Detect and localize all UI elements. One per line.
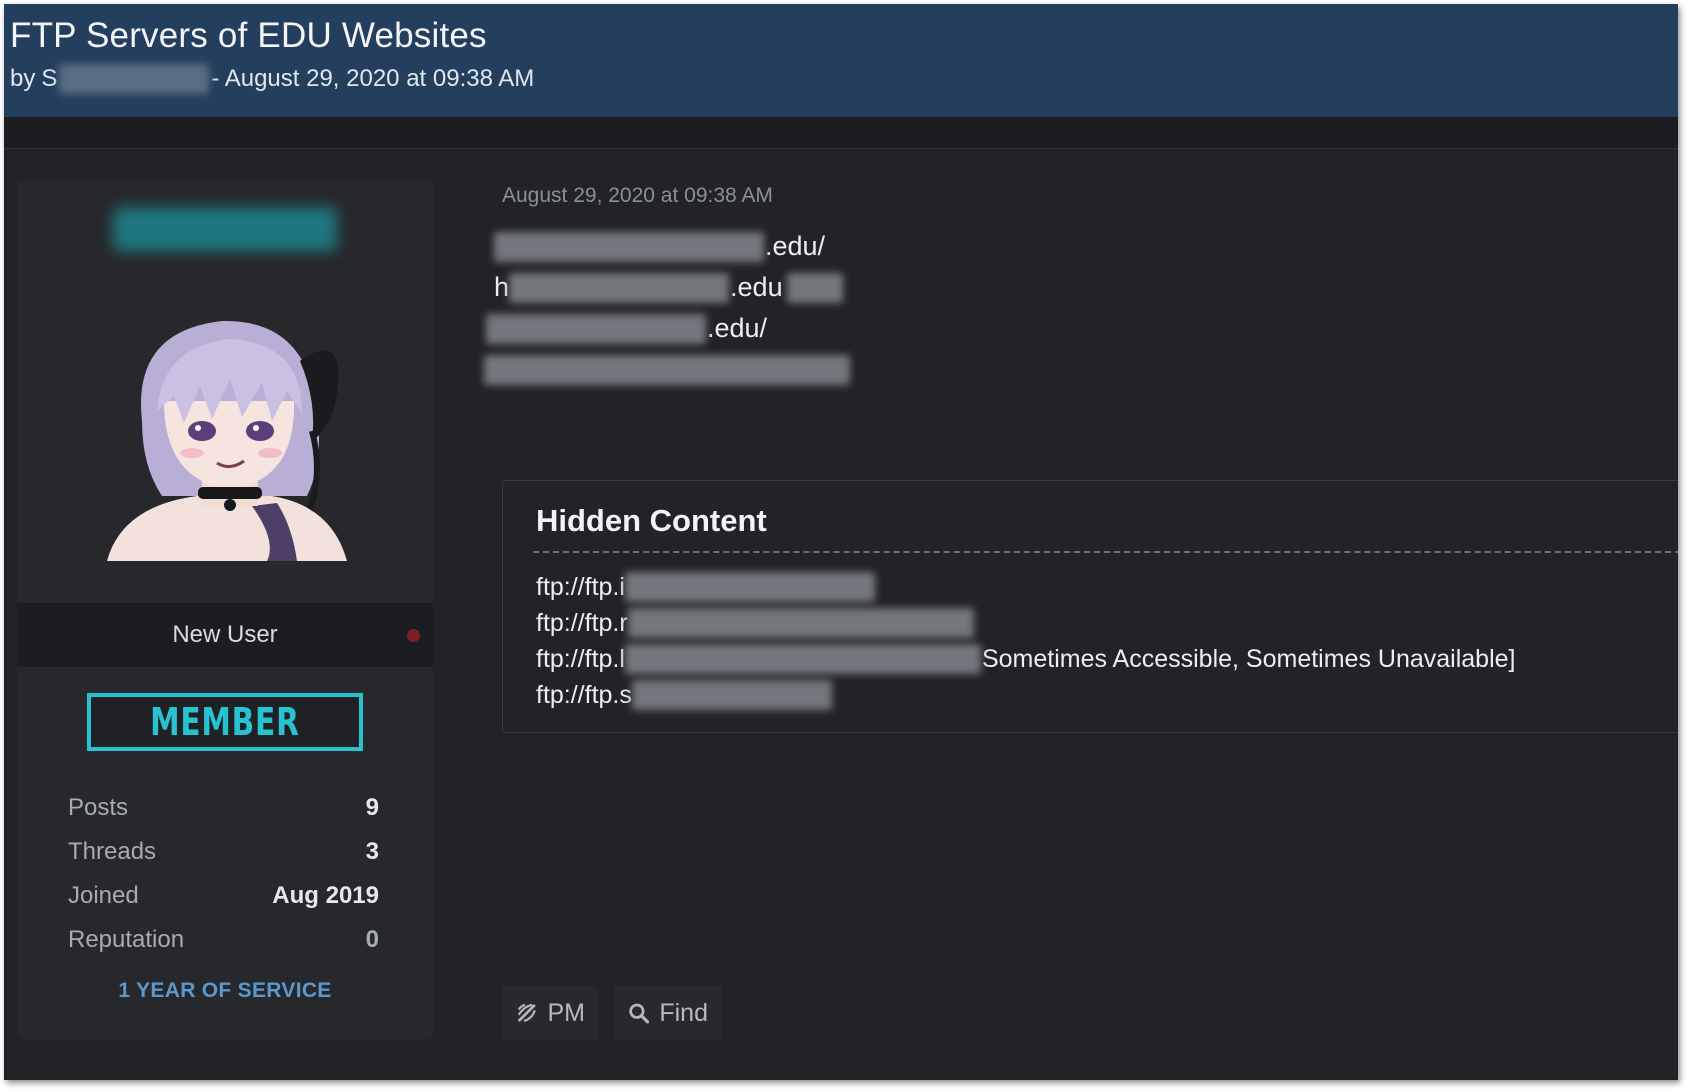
thread-header: FTP Servers of EDU Websites by S - Augus… (4, 4, 1678, 117)
post-link[interactable]: .edu/ (486, 308, 851, 349)
forum-window: FTP Servers of EDU Websites by S - Augus… (4, 4, 1678, 1080)
post-link[interactable] (484, 349, 851, 390)
pm-label: PM (547, 998, 586, 1027)
member-badge: MEMBER (87, 693, 363, 751)
pm-button[interactable]: PM (502, 986, 599, 1040)
redacted-url (509, 272, 730, 303)
stat-label: Reputation (68, 926, 185, 953)
stat-value: 0 (365, 926, 379, 953)
link-suffix: .edu/ (707, 313, 768, 343)
user-card: New User MEMBER Posts 9 Threads 3 Joined… (17, 181, 433, 1039)
find-button[interactable]: Find (614, 986, 722, 1040)
redacted-url (631, 680, 832, 710)
redacted-url (624, 572, 875, 602)
stat-label: Threads (68, 838, 157, 865)
author-initial[interactable]: S (41, 65, 57, 93)
dashed-divider (533, 551, 1678, 553)
ftp-link[interactable]: ftp://ftp.i (536, 569, 1516, 605)
ftp-link[interactable]: ftp://ftp.r (536, 605, 1516, 641)
stat-reputation: Reputation 0 (68, 918, 379, 962)
member-badge-label: MEMBER (150, 700, 300, 744)
avatar[interactable] (102, 291, 358, 561)
thread-meta: by S - August 29, 2020 at 09:38 AM (10, 64, 534, 94)
user-rank-row: New User (17, 603, 433, 667)
stat-value: 9 (365, 794, 379, 821)
search-icon (629, 1003, 650, 1024)
post-link[interactable]: .edu/ (494, 226, 851, 267)
ftp-prefix: ftp://ftp.r (536, 608, 628, 637)
offline-status-dot (407, 629, 420, 642)
ftp-prefix: ftp://ftp.l (536, 644, 625, 673)
stat-label: Posts (68, 794, 129, 821)
stat-value: 3 (365, 838, 379, 865)
ftp-prefix: ftp://ftp.s (536, 680, 632, 709)
stat-joined: Joined Aug 2019 (68, 874, 379, 918)
link-suffix: .edu (730, 272, 783, 302)
ftp-suffix: Sometimes Accessible, Sometimes Unavaila… (981, 644, 1516, 673)
post-link[interactable]: h .edu (494, 267, 851, 308)
ftp-list: ftp://ftp.i ftp://ftp.r ftp://ftp.l Some… (536, 569, 1516, 713)
redacted-username[interactable] (113, 207, 337, 251)
link-prefix: h (494, 272, 510, 302)
stat-value: Aug 2019 (272, 882, 379, 909)
redacted-url (494, 231, 764, 262)
pm-icon (517, 1003, 536, 1023)
header-divider (4, 117, 1678, 149)
ftp-link[interactable]: ftp://ftp.l Sometimes Accessible, Someti… (536, 641, 1516, 677)
thread-date: - August 29, 2020 at 09:38 AM (211, 65, 535, 92)
post-date: August 29, 2020 at 09:38 AM (502, 184, 773, 207)
stat-posts: Posts 9 (68, 786, 379, 830)
link-suffix: .edu/ (765, 231, 826, 261)
post-body: .edu/ h .edu .edu/ (484, 226, 851, 390)
redacted-url (484, 354, 850, 385)
stat-label: Joined (68, 882, 139, 909)
hidden-content-box: Hidden Content ftp://ftp.i ftp://ftp.r f… (502, 480, 1678, 733)
stat-threads: Threads 3 (68, 830, 379, 874)
redacted-url (486, 313, 706, 344)
redacted-url (624, 644, 981, 674)
redacted-url (786, 272, 843, 303)
by-label: by (10, 65, 36, 92)
ftp-link[interactable]: ftp://ftp.s (536, 677, 1516, 713)
redacted-url (627, 608, 974, 638)
ftp-prefix: ftp://ftp.i (536, 572, 625, 601)
service-award: 1 YEAR OF SERVICE (118, 979, 332, 1002)
hidden-content-title: Hidden Content (536, 503, 767, 538)
user-rank: New User (172, 621, 278, 648)
find-label: Find (659, 998, 708, 1027)
thread-title: FTP Servers of EDU Websites (10, 16, 487, 55)
redacted-author-name (59, 64, 210, 94)
user-stats: Posts 9 Threads 3 Joined Aug 2019 Reputa… (68, 786, 379, 962)
